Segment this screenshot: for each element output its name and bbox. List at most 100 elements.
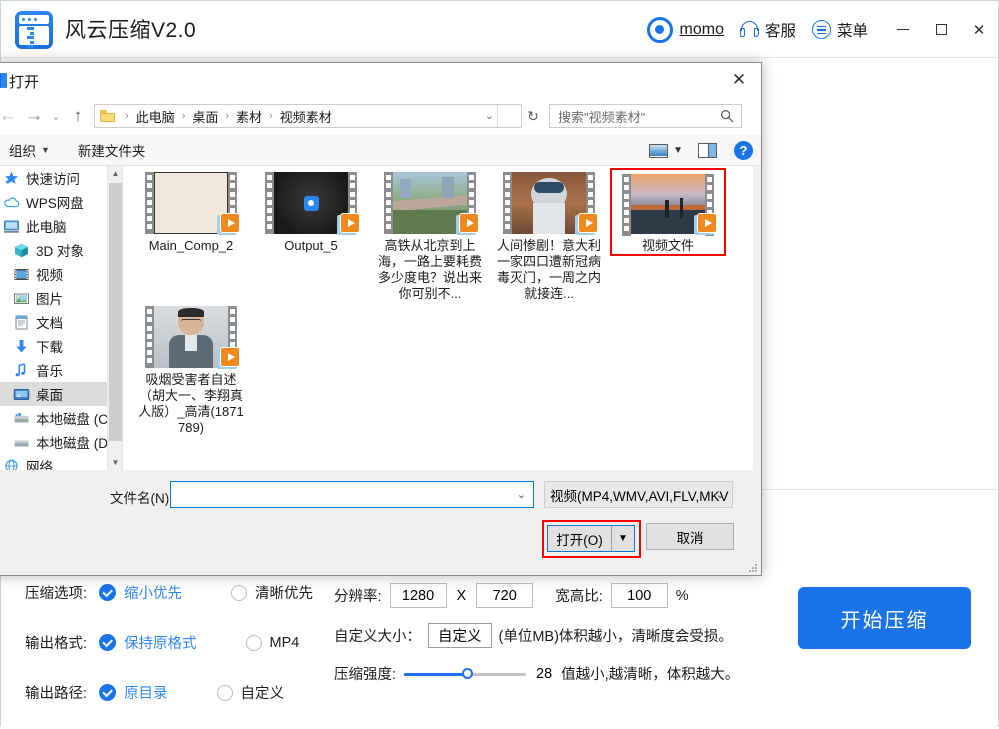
strength-label: 压缩强度:	[334, 667, 397, 683]
nav-history-button[interactable]: ⌄	[47, 97, 65, 135]
nav-back-button[interactable]: ←	[0, 97, 21, 135]
sidebar-item-network[interactable]: 网络	[0, 454, 121, 470]
view-dropdown-icon[interactable]: ▼	[673, 145, 683, 156]
option-row-output-format: 输出格式: 保持原格式 MP4	[1, 629, 331, 656]
breadcrumb-item-1[interactable]: 桌面	[192, 107, 218, 126]
breadcrumb-item-2[interactable]: 素材	[236, 107, 262, 126]
file-item-highspeed-rail[interactable]: 高铁从北京到上海，一路上要耗费多少度电？说出来你可别不...	[372, 172, 488, 302]
nav-up-button[interactable]: ↑	[65, 97, 91, 135]
file-item-main-comp-2[interactable]: Main_Comp_2	[133, 172, 249, 254]
close-button[interactable]: ✕	[960, 1, 998, 58]
sidebar-item-wps-cloud[interactable]: WPS网盘	[0, 190, 121, 214]
local-disk-d-icon	[14, 440, 29, 446]
titlebar-right-group: momo 客服 菜单 ✕	[646, 1, 998, 58]
radio-label-mp4: MP4	[269, 634, 300, 651]
breadcrumb-item-3[interactable]: 视频素材	[280, 107, 332, 126]
file-name: 视频文件	[641, 238, 694, 253]
app-titlebar: 风云压缩V2.0 momo 客服 菜单 ✕	[1, 1, 998, 58]
sidebar-scrollbar[interactable]: ▲ ▼	[107, 166, 122, 470]
search-input[interactable]: 搜索"视频素材"	[549, 104, 742, 128]
dialog-bottom-bar: 文件名(N): ⌄ 视频(MP4,WMV,AVI,FLV,MKV ⌄ 打开(O)…	[0, 470, 761, 575]
preview-pane-icon[interactable]	[698, 143, 717, 158]
radio-label-custom-path: 自定义	[240, 686, 285, 702]
chevron-down-icon[interactable]: ⌄	[517, 488, 526, 501]
start-compression-button[interactable]: 开始压缩	[798, 587, 971, 649]
maximize-button[interactable]	[922, 1, 960, 58]
sidebar-item-this-pc[interactable]: 此电脑	[0, 214, 121, 238]
file-item-news-report[interactable]: 人间惨剧！意大利一家四口遭新冠病毒灭门，一周之内就接连...	[491, 172, 607, 302]
radio-keep-format[interactable]: 保持原格式	[99, 632, 197, 653]
breadcrumb-item-0[interactable]: 此电脑	[136, 107, 175, 126]
sidebar-item-downloads[interactable]: 下载	[0, 334, 121, 358]
slider-knob[interactable]	[462, 668, 474, 679]
downloads-icon	[16, 339, 27, 352]
menu-button[interactable]: 菜单	[811, 19, 868, 41]
breadcrumb-dropdown-icon[interactable]: ⌄	[485, 109, 494, 122]
sidebar-item-3d-objects[interactable]: 3D 对象	[0, 238, 121, 262]
resolution-width-input[interactable]: 1280	[389, 583, 447, 608]
custom-size-button[interactable]: 自定义	[428, 623, 492, 648]
file-item-output-5[interactable]: Output_5	[253, 172, 369, 254]
sidebar-item-local-disk-d[interactable]: 本地磁盘 (D:)	[0, 430, 121, 454]
radio-compress-reduce[interactable]: 缩小优先	[99, 582, 182, 603]
help-icon[interactable]: ?	[734, 141, 753, 160]
resolution-height-input[interactable]: 720	[476, 583, 534, 608]
strength-value: 28	[536, 665, 553, 682]
scrollbar-thumb[interactable]	[109, 183, 122, 441]
scroll-down-icon[interactable]: ▼	[108, 455, 123, 470]
open-button[interactable]: 打开(O) ▼	[547, 525, 635, 552]
scroll-up-icon[interactable]: ▲	[108, 166, 123, 181]
video-thumbnail	[265, 172, 360, 235]
play-overlay-icon	[217, 347, 240, 370]
user-name-label[interactable]: momo	[680, 21, 724, 39]
radio-unchecked-icon	[216, 684, 233, 701]
search-icon	[720, 109, 734, 123]
file-item-smoking-testimony[interactable]: 吸烟受害者自述（胡大一、李翔真人版）_高清(1871789)	[133, 306, 249, 436]
option-row-output-path: 输出路径: 原目录 自定义	[1, 679, 331, 706]
customer-support-button[interactable]: 客服	[739, 19, 796, 41]
nav-forward-button[interactable]: →	[21, 97, 47, 135]
user-target-icon	[646, 16, 673, 43]
dialog-close-button[interactable]: ✕	[717, 63, 761, 97]
new-folder-button[interactable]: 新建文件夹	[78, 140, 146, 160]
filename-input[interactable]: ⌄	[170, 481, 534, 508]
minimize-button[interactable]	[884, 1, 922, 58]
dialog-sidebar: 快速访问 WPS网盘 此电脑 3D 对象 视频 图片 文档 下载 音乐 桌面 本…	[0, 166, 121, 470]
organize-button[interactable]: 组织 ▼	[9, 140, 50, 160]
video-thumbnail	[145, 172, 240, 235]
search-placeholder: 搜索"视频素材"	[558, 109, 646, 125]
sidebar-item-music[interactable]: 音乐	[0, 358, 121, 382]
sidebar-item-videos[interactable]: 视频	[0, 262, 121, 286]
file-item-video-file[interactable]: 视频文件	[610, 168, 726, 256]
radio-compress-clarity[interactable]: 清晰优先	[231, 582, 313, 603]
sidebar-item-pictures[interactable]: 图片	[0, 286, 121, 310]
radio-checked-icon	[99, 684, 116, 701]
user-account-button[interactable]: momo	[646, 16, 724, 43]
resize-grip-icon[interactable]	[748, 563, 758, 573]
custom-size-row: 自定义大小： 自定义 (单位MB)体积越小，清晰度会受损。	[334, 623, 789, 648]
open-dropdown-icon[interactable]: ▼	[611, 526, 634, 551]
option-row-compress-mode: 压缩选项: 缩小优先 清晰优先	[1, 579, 331, 606]
file-list-view[interactable]: Main_Comp_2 Output_5 高铁从北京到上海，一路上要耗费多少度电…	[122, 166, 753, 470]
filetype-select[interactable]: 视频(MP4,WMV,AVI,FLV,MKV ⌄	[544, 481, 733, 508]
sidebar-item-quick-access[interactable]: 快速访问	[0, 166, 121, 190]
radio-mp4[interactable]: MP4	[245, 634, 300, 651]
sidebar-item-documents[interactable]: 文档	[0, 310, 121, 334]
breadcrumb[interactable]: › 此电脑 › 桌面 › 素材 › 视频素材 ⌄	[94, 104, 522, 128]
refresh-button[interactable]: ↻	[522, 97, 544, 135]
strength-slider[interactable]	[404, 666, 527, 682]
sidebar-label: 快速访问	[26, 172, 80, 187]
video-thumbnail	[503, 172, 598, 235]
sidebar-item-desktop[interactable]: 桌面	[0, 382, 121, 406]
radio-checked-icon	[99, 634, 116, 651]
percent-sign: %	[675, 587, 689, 604]
view-layout-icon[interactable]	[649, 143, 669, 158]
open-button-label: 打开(O)	[556, 532, 603, 548]
cancel-button[interactable]: 取消	[646, 523, 734, 550]
sidebar-item-local-disk-c[interactable]: 本地磁盘 (C:)	[0, 406, 121, 430]
network-icon	[5, 459, 18, 470]
close-icon: ✕	[972, 21, 986, 39]
radio-original-dir[interactable]: 原目录	[99, 682, 168, 703]
aspect-ratio-input[interactable]: 100	[610, 583, 668, 608]
radio-custom-path[interactable]: 自定义	[216, 682, 285, 703]
